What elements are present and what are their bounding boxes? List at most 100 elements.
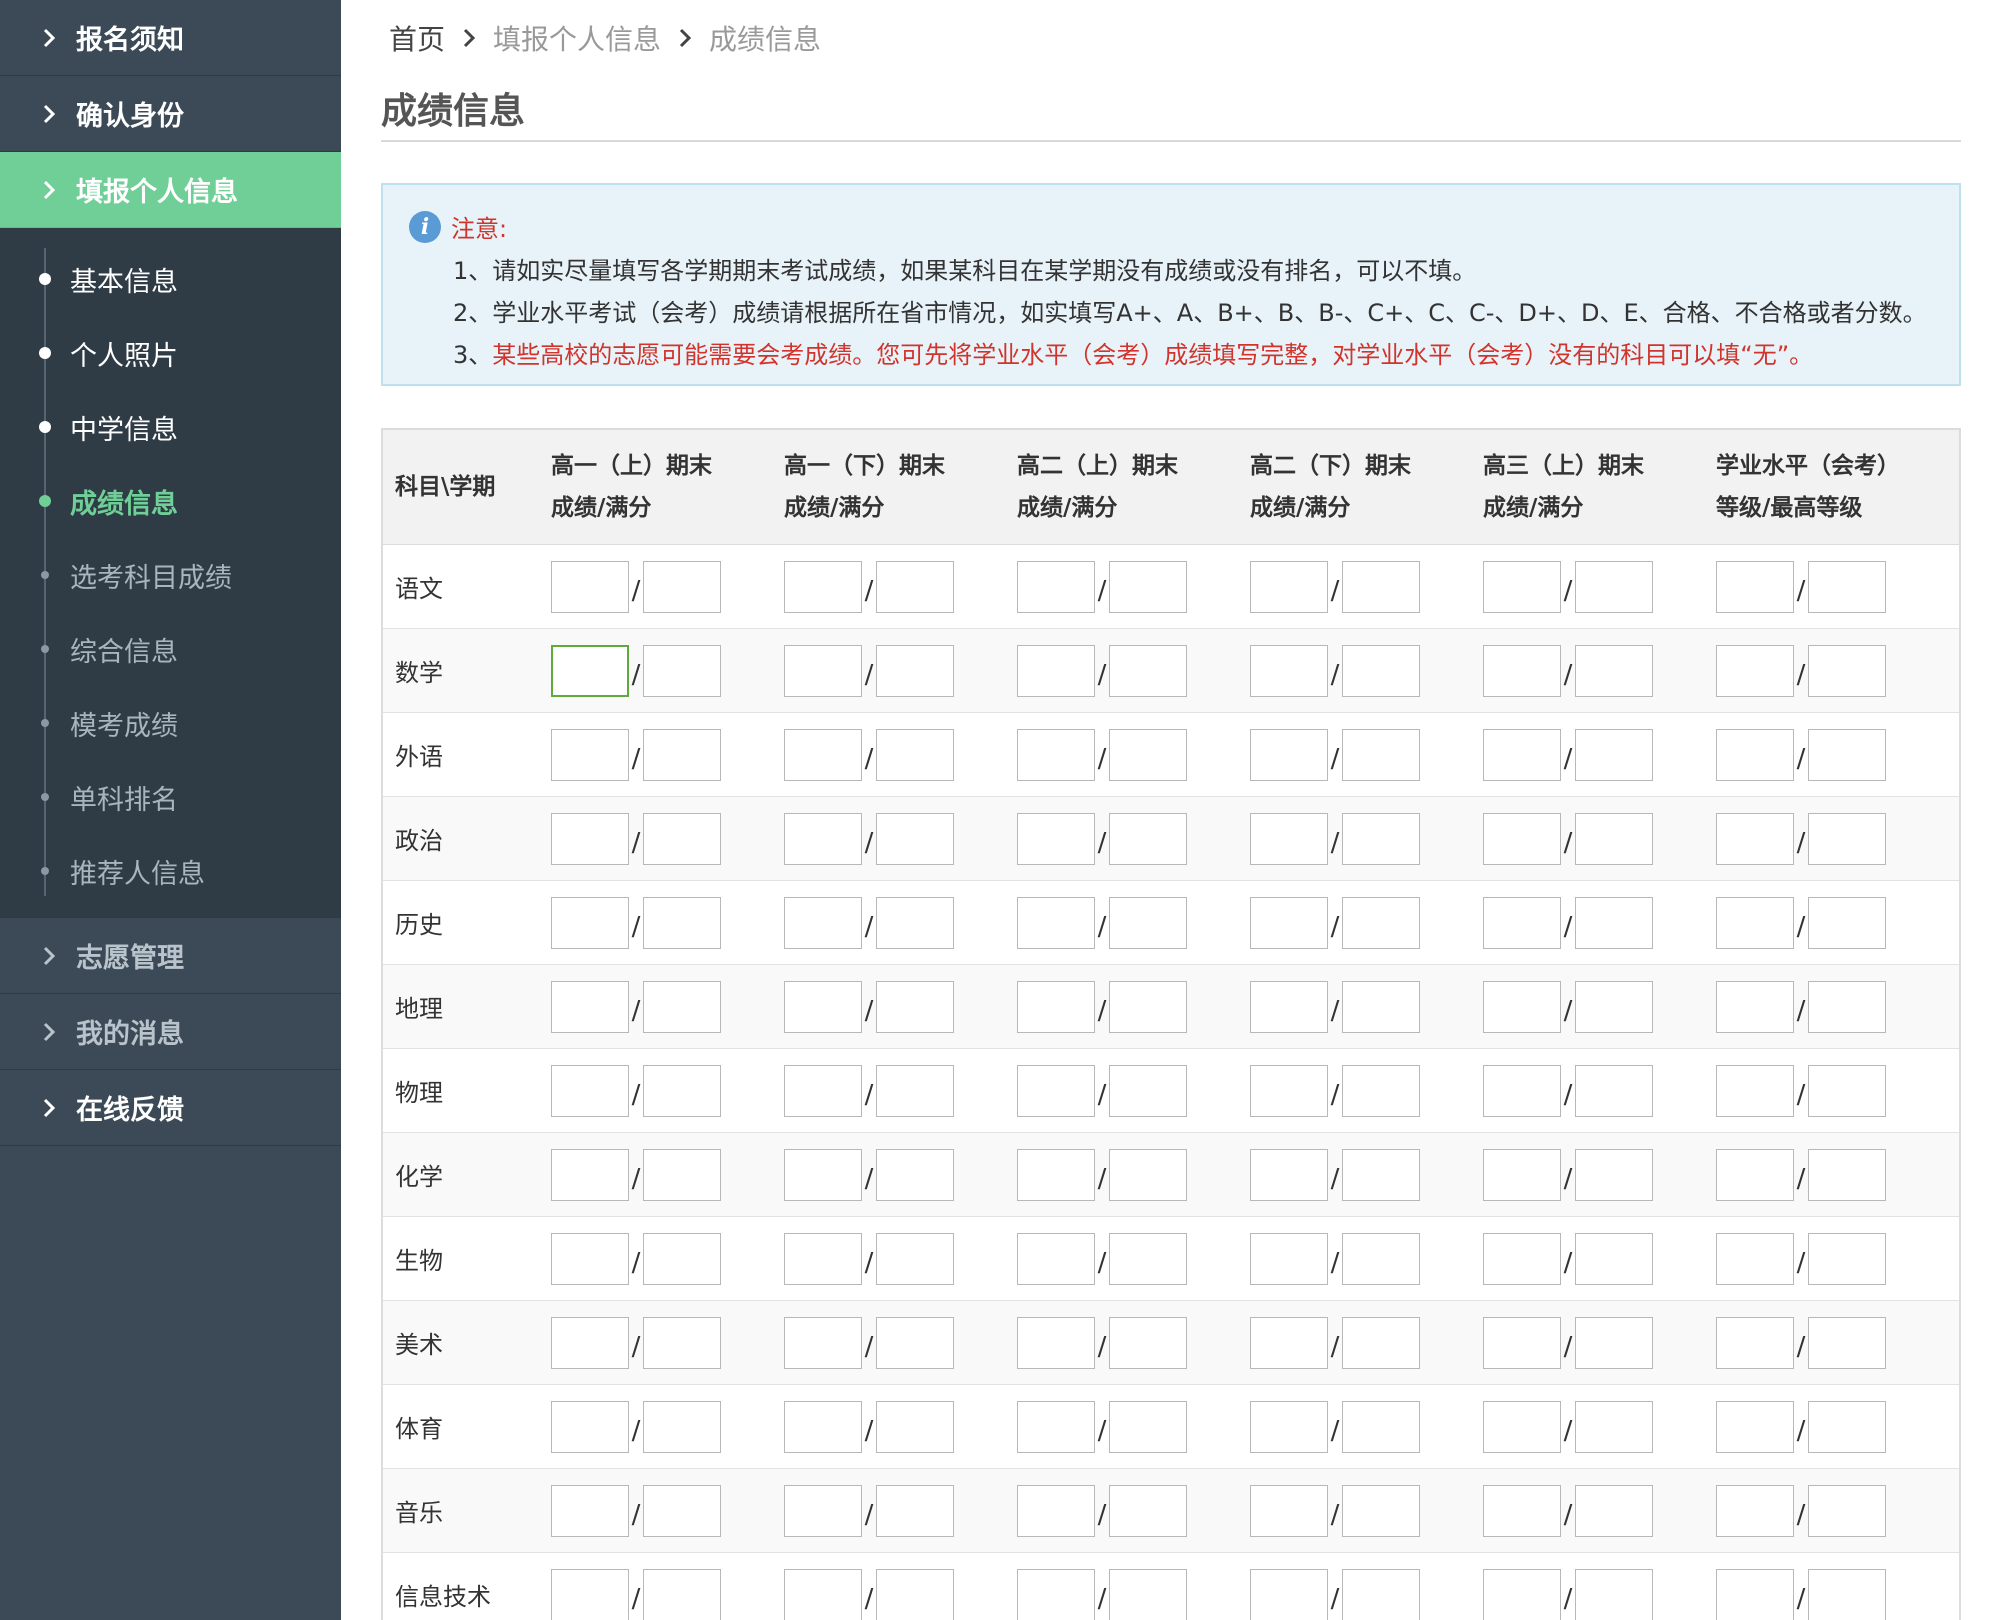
full-score-input[interactable]: [1342, 896, 1420, 949]
full-score-input[interactable]: [643, 644, 721, 697]
score-input[interactable]: [1483, 1148, 1561, 1201]
full-score-input[interactable]: [1575, 1064, 1653, 1117]
full-score-input[interactable]: [1575, 1568, 1653, 1620]
full-score-input[interactable]: [1109, 1484, 1187, 1537]
score-input[interactable]: [784, 1400, 862, 1453]
score-input[interactable]: [1716, 1064, 1794, 1117]
score-input[interactable]: [1250, 980, 1328, 1033]
score-input[interactable]: [1250, 1064, 1328, 1117]
full-score-input[interactable]: [1342, 1232, 1420, 1285]
score-input[interactable]: [551, 896, 629, 949]
full-score-input[interactable]: [1575, 1400, 1653, 1453]
score-input[interactable]: [1017, 1316, 1095, 1369]
full-score-input[interactable]: [1109, 896, 1187, 949]
full-score-input[interactable]: [1342, 560, 1420, 613]
score-input[interactable]: [1017, 644, 1095, 697]
score-input[interactable]: [784, 644, 862, 697]
full-score-input[interactable]: [876, 896, 954, 949]
full-score-input[interactable]: [876, 1568, 954, 1620]
full-score-input[interactable]: [876, 980, 954, 1033]
full-score-input[interactable]: [643, 980, 721, 1033]
full-score-input[interactable]: [876, 1484, 954, 1537]
full-score-input[interactable]: [643, 1484, 721, 1537]
sub-item-grades[interactable]: 成绩信息: [0, 464, 341, 538]
sub-item-mock-exam[interactable]: 模考成绩: [0, 686, 341, 760]
full-score-input[interactable]: [1109, 728, 1187, 781]
full-score-input[interactable]: [1342, 1064, 1420, 1117]
full-score-input[interactable]: [1109, 812, 1187, 865]
full-score-input[interactable]: [643, 728, 721, 781]
full-score-input[interactable]: [1808, 1148, 1886, 1201]
score-input[interactable]: [1250, 728, 1328, 781]
nav-item-registration-notice[interactable]: 报名须知: [0, 0, 341, 76]
full-score-input[interactable]: [1342, 644, 1420, 697]
full-score-input[interactable]: [1808, 1064, 1886, 1117]
sub-item-school-info[interactable]: 中学信息: [0, 390, 341, 464]
sub-item-subject-ranking[interactable]: 单科排名: [0, 760, 341, 834]
full-score-input[interactable]: [1575, 728, 1653, 781]
score-input[interactable]: [1017, 1232, 1095, 1285]
score-input[interactable]: [1716, 1484, 1794, 1537]
score-input[interactable]: [1017, 1400, 1095, 1453]
full-score-input[interactable]: [643, 1232, 721, 1285]
full-score-input[interactable]: [1109, 1148, 1187, 1201]
score-input[interactable]: [1483, 980, 1561, 1033]
score-input[interactable]: [1017, 1484, 1095, 1537]
breadcrumb-home[interactable]: 首页: [389, 18, 445, 58]
score-input[interactable]: [1017, 812, 1095, 865]
full-score-input[interactable]: [876, 1400, 954, 1453]
full-score-input[interactable]: [876, 560, 954, 613]
full-score-input[interactable]: [1575, 560, 1653, 613]
score-input[interactable]: [784, 728, 862, 781]
score-input[interactable]: [1250, 1484, 1328, 1537]
score-input[interactable]: [1250, 1232, 1328, 1285]
full-score-input[interactable]: [1575, 1232, 1653, 1285]
score-input[interactable]: [1483, 896, 1561, 949]
score-input[interactable]: [1716, 1148, 1794, 1201]
score-input[interactable]: [1250, 644, 1328, 697]
full-score-input[interactable]: [643, 1148, 721, 1201]
score-input[interactable]: [1716, 812, 1794, 865]
score-input[interactable]: [1483, 1064, 1561, 1117]
score-input[interactable]: [551, 1316, 629, 1369]
sub-item-elective-grades[interactable]: 选考科目成绩: [0, 538, 341, 612]
score-input[interactable]: [1017, 560, 1095, 613]
full-score-input[interactable]: [1575, 980, 1653, 1033]
score-input[interactable]: [784, 1232, 862, 1285]
full-score-input[interactable]: [1808, 1484, 1886, 1537]
sub-item-basic-info[interactable]: 基本信息: [0, 242, 341, 316]
score-input[interactable]: [1250, 560, 1328, 613]
full-score-input[interactable]: [1575, 812, 1653, 865]
score-input[interactable]: [784, 812, 862, 865]
full-score-input[interactable]: [1575, 896, 1653, 949]
full-score-input[interactable]: [1109, 560, 1187, 613]
score-input[interactable]: [1716, 1316, 1794, 1369]
score-input[interactable]: [1017, 1148, 1095, 1201]
full-score-input[interactable]: [876, 1316, 954, 1369]
full-score-input[interactable]: [643, 1400, 721, 1453]
full-score-input[interactable]: [1342, 728, 1420, 781]
nav-item-personal-info[interactable]: 填报个人信息: [0, 152, 341, 228]
full-score-input[interactable]: [1109, 644, 1187, 697]
score-input[interactable]: [1017, 896, 1095, 949]
sub-item-photo[interactable]: 个人照片: [0, 316, 341, 390]
score-input[interactable]: [551, 560, 629, 613]
full-score-input[interactable]: [1109, 1400, 1187, 1453]
full-score-input[interactable]: [1109, 1064, 1187, 1117]
score-input[interactable]: [1716, 644, 1794, 697]
score-input[interactable]: [1716, 728, 1794, 781]
full-score-input[interactable]: [1575, 1148, 1653, 1201]
score-input[interactable]: [1483, 1400, 1561, 1453]
score-input[interactable]: [784, 1568, 862, 1620]
full-score-input[interactable]: [1808, 1232, 1886, 1285]
full-score-input[interactable]: [1808, 896, 1886, 949]
full-score-input[interactable]: [1808, 980, 1886, 1033]
score-input[interactable]: [784, 1484, 862, 1537]
full-score-input[interactable]: [1109, 1232, 1187, 1285]
full-score-input[interactable]: [1808, 560, 1886, 613]
score-input[interactable]: [1017, 1064, 1095, 1117]
nav-item-confirm-identity[interactable]: 确认身份: [0, 76, 341, 152]
breadcrumb-personal-info[interactable]: 填报个人信息: [493, 18, 661, 58]
full-score-input[interactable]: [1109, 980, 1187, 1033]
score-input[interactable]: [1483, 812, 1561, 865]
